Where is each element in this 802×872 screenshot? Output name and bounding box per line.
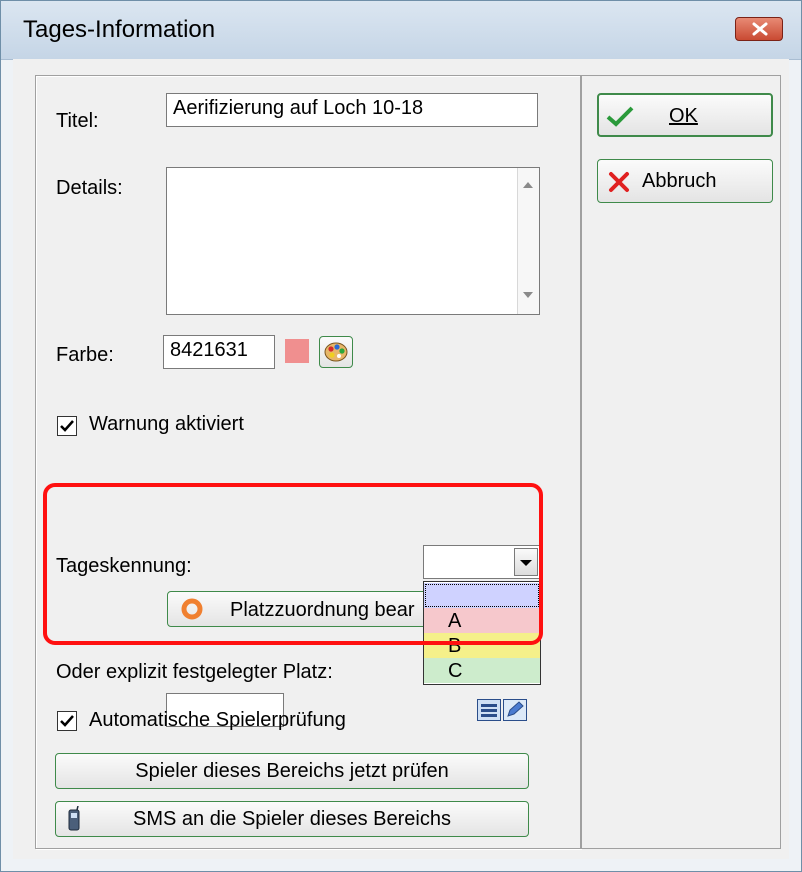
sms-button[interactable]: SMS an die Spieler dieses Bereichs xyxy=(55,801,529,837)
dialog-content: Titel: Aerifizierung auf Loch 10-18 Deta… xyxy=(13,59,789,859)
details-textarea[interactable] xyxy=(166,167,540,315)
auto-check-checkbox[interactable] xyxy=(57,711,77,731)
dialog-window: Tages-Information Titel: Aerifizierung a… xyxy=(0,0,802,872)
window-title: Tages-Information xyxy=(23,16,216,43)
farbe-input[interactable]: 8421631 xyxy=(163,335,275,369)
phone-icon xyxy=(68,806,80,831)
titel-label: Titel: xyxy=(56,110,99,132)
title-bar: Tages-Information xyxy=(1,1,801,60)
ok-label: OK xyxy=(669,105,698,127)
platz-list-button[interactable] xyxy=(477,699,501,721)
palette-icon xyxy=(324,342,348,362)
platz-explicit-label: Oder explizit festgelegter Platz: xyxy=(56,661,333,683)
warnung-checkbox[interactable] xyxy=(57,416,77,436)
warnung-label: Warnung aktiviert xyxy=(89,413,244,435)
details-scrollbar[interactable] xyxy=(517,168,539,314)
titel-input[interactable]: Aerifizierung auf Loch 10-18 xyxy=(166,93,538,127)
list-icon xyxy=(481,704,497,717)
edit-icon xyxy=(507,701,524,717)
scroll-arrows-icon xyxy=(523,182,533,298)
details-label: Details: xyxy=(56,177,123,199)
ok-button[interactable]: OK xyxy=(597,93,773,137)
color-picker-button[interactable] xyxy=(319,336,353,368)
cancel-button[interactable]: Abbruch xyxy=(597,159,773,203)
cancel-label: Abbruch xyxy=(642,170,717,192)
check-players-button[interactable]: Spieler dieses Bereichs jetzt prüfen xyxy=(55,753,529,789)
close-icon xyxy=(752,22,768,36)
x-icon xyxy=(609,172,629,192)
check-icon xyxy=(60,420,74,432)
checkmark-icon xyxy=(606,106,634,127)
color-swatch xyxy=(285,339,309,363)
platz-edit-button[interactable] xyxy=(503,699,527,721)
farbe-label: Farbe: xyxy=(56,344,114,366)
close-button[interactable] xyxy=(735,17,783,41)
sms-label: SMS an die Spieler dieses Bereichs xyxy=(133,808,451,830)
check-icon xyxy=(60,715,74,727)
dropdown-option-c[interactable]: C xyxy=(424,658,540,683)
highlight-frame xyxy=(43,483,543,645)
auto-check-label: Automatische Spielerprüfung xyxy=(89,709,346,731)
